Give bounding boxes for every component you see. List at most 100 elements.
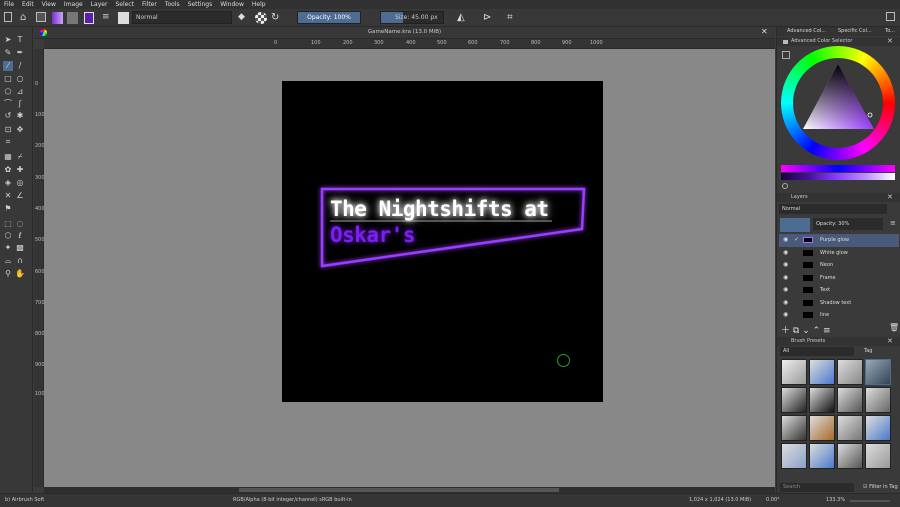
move-layer-up-icon[interactable]: ⌃ <box>813 326 821 336</box>
menu-layer[interactable]: Layer <box>91 1 108 8</box>
blend-mode-select[interactable]: Normal <box>132 11 232 24</box>
rectangle-tool-icon[interactable]: □ <box>3 74 13 84</box>
polyline-tool-icon[interactable]: ⊿ <box>15 87 25 97</box>
brush-preset[interactable] <box>837 387 863 413</box>
ellipse-select-icon[interactable]: ◌ <box>15 219 25 229</box>
fill-tool-icon[interactable]: ◈ <box>3 178 13 188</box>
menu-view[interactable]: View <box>42 1 56 8</box>
gradient-swatch-icon[interactable] <box>52 12 63 24</box>
tab-advanced-color[interactable]: Advanced Col... <box>787 27 826 36</box>
layer-menu-icon[interactable]: ≡ <box>890 219 896 227</box>
size-slider[interactable]: Size: 45.00 px <box>380 11 444 24</box>
line-tool-icon[interactable]: / <box>15 61 25 71</box>
new-document-icon[interactable] <box>4 12 12 22</box>
brush-preset[interactable] <box>809 443 835 469</box>
brush-preset-icon[interactable] <box>118 12 129 24</box>
layer-row[interactable]: ◉ ✓ Purple glow <box>779 234 899 247</box>
brush-preset[interactable] <box>837 443 863 469</box>
pan-tool-icon[interactable]: ✋ <box>15 269 25 279</box>
brush-tag-button[interactable]: Tag <box>864 347 872 356</box>
brush-preset[interactable] <box>781 415 807 441</box>
measure-tool-icon[interactable]: ∠ <box>15 191 25 201</box>
enclose-fill-icon[interactable]: ◎ <box>15 178 25 188</box>
gradient-tool-icon[interactable]: ▦ <box>3 152 13 162</box>
text-tool-icon[interactable]: T <box>15 35 25 45</box>
scrollbar-thumb[interactable] <box>239 488 559 492</box>
layer-row[interactable]: ◉ Shadow text <box>779 297 899 310</box>
similar-select-icon[interactable]: ▩ <box>15 243 25 253</box>
color-history-icon[interactable] <box>782 183 788 189</box>
layer-row[interactable]: ◉ Text <box>779 284 899 297</box>
smart-patch-icon[interactable]: ✚ <box>15 165 25 175</box>
menu-help[interactable]: Help <box>252 1 266 8</box>
colorize-mask-icon[interactable]: ✿ <box>3 165 13 175</box>
eraser-icon[interactable]: ◆ <box>238 12 250 24</box>
rect-select-icon[interactable]: ⬚ <box>3 219 13 229</box>
reference-images-icon[interactable]: ⚑ <box>3 204 13 214</box>
current-brush-status[interactable]: b) Airbrush Soft <box>5 497 44 503</box>
layer-properties-icon[interactable]: ≡ <box>823 326 831 336</box>
alpha-lock-icon[interactable] <box>255 12 267 24</box>
saturation-value-triangle[interactable] <box>781 46 895 160</box>
freehand-select-icon[interactable]: ℓ <box>15 231 25 241</box>
visibility-eye-icon[interactable]: ◉ <box>783 309 788 321</box>
brush-preset[interactable] <box>837 415 863 441</box>
menu-select[interactable]: Select <box>115 1 134 8</box>
bezier-select-icon[interactable]: ⌓ <box>3 256 13 266</box>
mirror-horizontal-icon[interactable]: ◭ <box>457 12 469 24</box>
move-layer-down-icon[interactable]: ⌄ <box>802 326 810 336</box>
zoom-slider[interactable] <box>850 500 890 502</box>
brush-filter-select[interactable]: All <box>780 347 854 356</box>
layer-row[interactable]: ◉ White glow <box>779 247 899 260</box>
visibility-eye-icon[interactable]: ◉ <box>783 234 788 246</box>
hue-strip[interactable] <box>781 165 895 172</box>
color-picker-icon[interactable]: ⌿ <box>15 152 25 162</box>
brush-preset[interactable] <box>781 359 807 385</box>
magnetic-select-icon[interactable]: ∩ <box>15 256 25 266</box>
close-layers-icon[interactable]: ✕ <box>887 193 893 201</box>
dynamic-brush-icon[interactable]: ↺ <box>3 111 13 121</box>
assistant-tool-icon[interactable]: ✕ <box>3 191 13 201</box>
transform-tool-icon[interactable]: ⊡ <box>3 125 13 135</box>
multibrush-icon[interactable]: ✱ <box>15 111 25 121</box>
menu-file[interactable]: File <box>4 1 14 8</box>
layer-opacity-slider[interactable]: Opacity: 30% <box>813 218 883 230</box>
brush-preset[interactable] <box>809 359 835 385</box>
workspace-icon[interactable] <box>886 12 895 21</box>
opacity-slider[interactable]: Opacity: 100% <box>297 11 361 24</box>
pattern-swatch-icon[interactable] <box>67 12 78 24</box>
save-icon[interactable] <box>36 12 46 22</box>
visibility-eye-icon[interactable]: ◉ <box>783 284 788 296</box>
wrap-around-icon[interactable]: ⌗ <box>507 12 519 24</box>
brush-preset[interactable] <box>865 387 891 413</box>
brush-preset[interactable] <box>781 443 807 469</box>
brush-preset[interactable] <box>781 387 807 413</box>
duplicate-layer-icon[interactable]: ⧉ <box>793 326 799 336</box>
freehand-brush-icon[interactable]: ⁄ <box>3 61 13 71</box>
select-shapes-icon[interactable]: ➤ <box>3 35 13 45</box>
layer-row[interactable]: ◉ Frame <box>779 272 899 285</box>
foreground-color-icon[interactable] <box>84 12 94 24</box>
layer-row[interactable]: ◉ Neon <box>779 259 899 272</box>
shade-strip[interactable] <box>781 173 895 180</box>
mirror-vertical-icon[interactable]: ⊳ <box>483 12 495 24</box>
calligraphy-icon[interactable]: ✒ <box>15 48 25 58</box>
bezier-tool-icon[interactable]: ⌒ <box>3 99 13 109</box>
tab-specific-color[interactable]: Specific Col... <box>838 27 872 36</box>
menu-tools[interactable]: Tools <box>165 1 180 8</box>
brush-preset[interactable] <box>837 359 863 385</box>
open-folder-icon[interactable]: ⌂ <box>20 12 32 24</box>
tab-tool[interactable]: To... <box>885 27 895 36</box>
close-brushes-icon[interactable]: ✕ <box>887 337 893 345</box>
menu-window[interactable]: Window <box>220 1 244 8</box>
visibility-eye-icon[interactable]: ◉ <box>783 259 788 271</box>
visibility-eye-icon[interactable]: ◉ <box>783 297 788 309</box>
document-tab[interactable]: GameName.kra (13.0 MiB) <box>34 29 775 35</box>
menu-edit[interactable]: Edit <box>22 1 34 8</box>
menu-filter[interactable]: Filter <box>142 1 157 8</box>
brush-preset[interactable] <box>809 415 835 441</box>
brush-preset[interactable] <box>865 359 891 385</box>
visibility-eye-icon[interactable]: ◉ <box>783 272 788 284</box>
brush-preset[interactable] <box>865 443 891 469</box>
polygon-select-icon[interactable]: ⬡ <box>3 231 13 241</box>
